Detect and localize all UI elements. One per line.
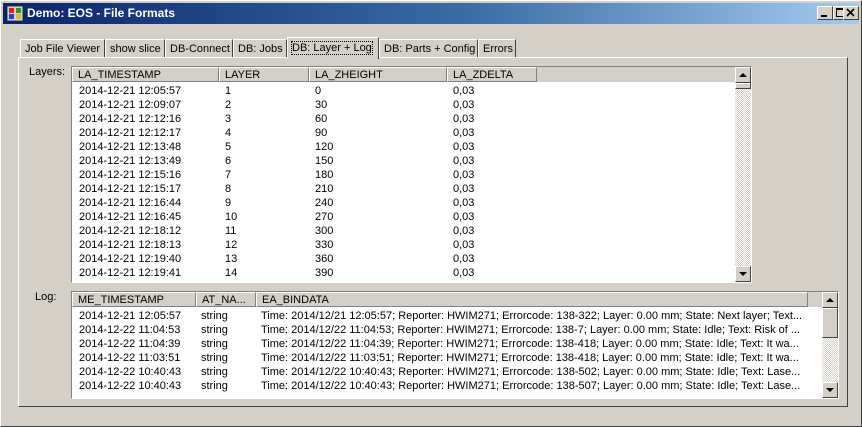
tab-label: show slice (110, 43, 161, 55)
tab-label: DB-Connect (170, 43, 230, 55)
app-window: Demo: EOS - File Formats Job File Viewer… (0, 0, 862, 427)
tab-panel-layer-log (18, 57, 848, 407)
tab-db-layer-log[interactable]: DB: Layer + Log (287, 37, 379, 59)
title-bar[interactable]: Demo: EOS - File Formats (3, 3, 859, 24)
app-icon (7, 6, 23, 21)
tab-label: DB: Layer + Log (291, 41, 373, 55)
close-button[interactable] (843, 6, 859, 20)
tab-db-connect[interactable]: DB-Connect (165, 39, 233, 58)
tab-db-jobs[interactable]: DB: Jobs (233, 39, 287, 58)
minimize-button[interactable] (817, 6, 833, 20)
tab-db-parts-config[interactable]: DB: Parts + Config (379, 39, 478, 58)
tab-label: Errors (483, 43, 513, 55)
tab-label: Job File Viewer (25, 43, 100, 55)
tab-job-file-viewer[interactable]: Job File Viewer (20, 39, 105, 58)
close-icon (846, 8, 855, 17)
tab-errors[interactable]: Errors (478, 39, 516, 58)
tab-label: DB: Jobs (238, 43, 283, 55)
tab-label: DB: Parts + Config (384, 43, 476, 55)
minimize-icon (821, 15, 827, 17)
window-title: Demo: EOS - File Formats (27, 6, 176, 20)
tab-show-slice[interactable]: show slice (105, 39, 165, 58)
